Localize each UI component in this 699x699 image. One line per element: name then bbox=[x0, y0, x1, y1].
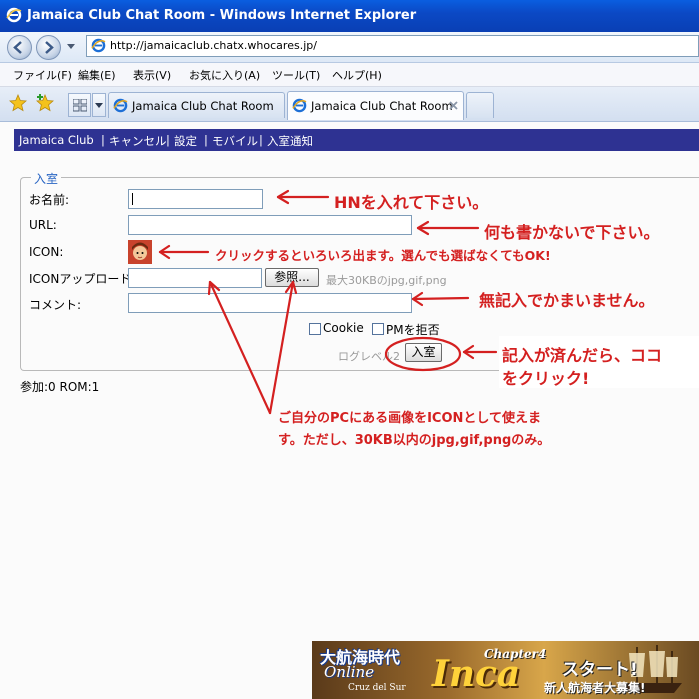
annotation-icon: クリックするといろいろ出ます。選んでも選ばなくてもOK! bbox=[215, 248, 551, 263]
arrow-comment bbox=[411, 296, 470, 301]
annotation-upload-line1: ご自分のPCにある画像をICONとして使えま bbox=[278, 411, 541, 426]
enter-circle bbox=[384, 336, 462, 372]
banner-recruit: 新人航海者大募集! bbox=[544, 681, 646, 695]
arrow-upload-right bbox=[268, 280, 295, 415]
banner-start: スタート! bbox=[562, 660, 638, 680]
arrow-upload-left bbox=[208, 280, 272, 415]
annotation-enter-line1: 記入が済んだら、ココ bbox=[502, 346, 663, 365]
annotation-comment: 無記入でかまいません。 bbox=[479, 291, 655, 310]
banner-inca: Inca bbox=[432, 653, 521, 695]
annotation-url: 何も書かないで下さい。 bbox=[484, 223, 660, 242]
banner-online: Online bbox=[324, 663, 375, 681]
annotation-enter-line2: をクリック! bbox=[502, 369, 590, 388]
annotation-upload-line2: す。ただし、30KB以内のjpg,gif,pngのみ。 bbox=[278, 433, 551, 448]
annotation-hn: HNを入れて下さい。 bbox=[334, 193, 489, 212]
banner-subtitle: Cruz del Sur bbox=[348, 683, 406, 693]
ad-banner[interactable]: 大航海時代 Online Cruz del Sur Chapter4 Inca … bbox=[312, 641, 699, 699]
